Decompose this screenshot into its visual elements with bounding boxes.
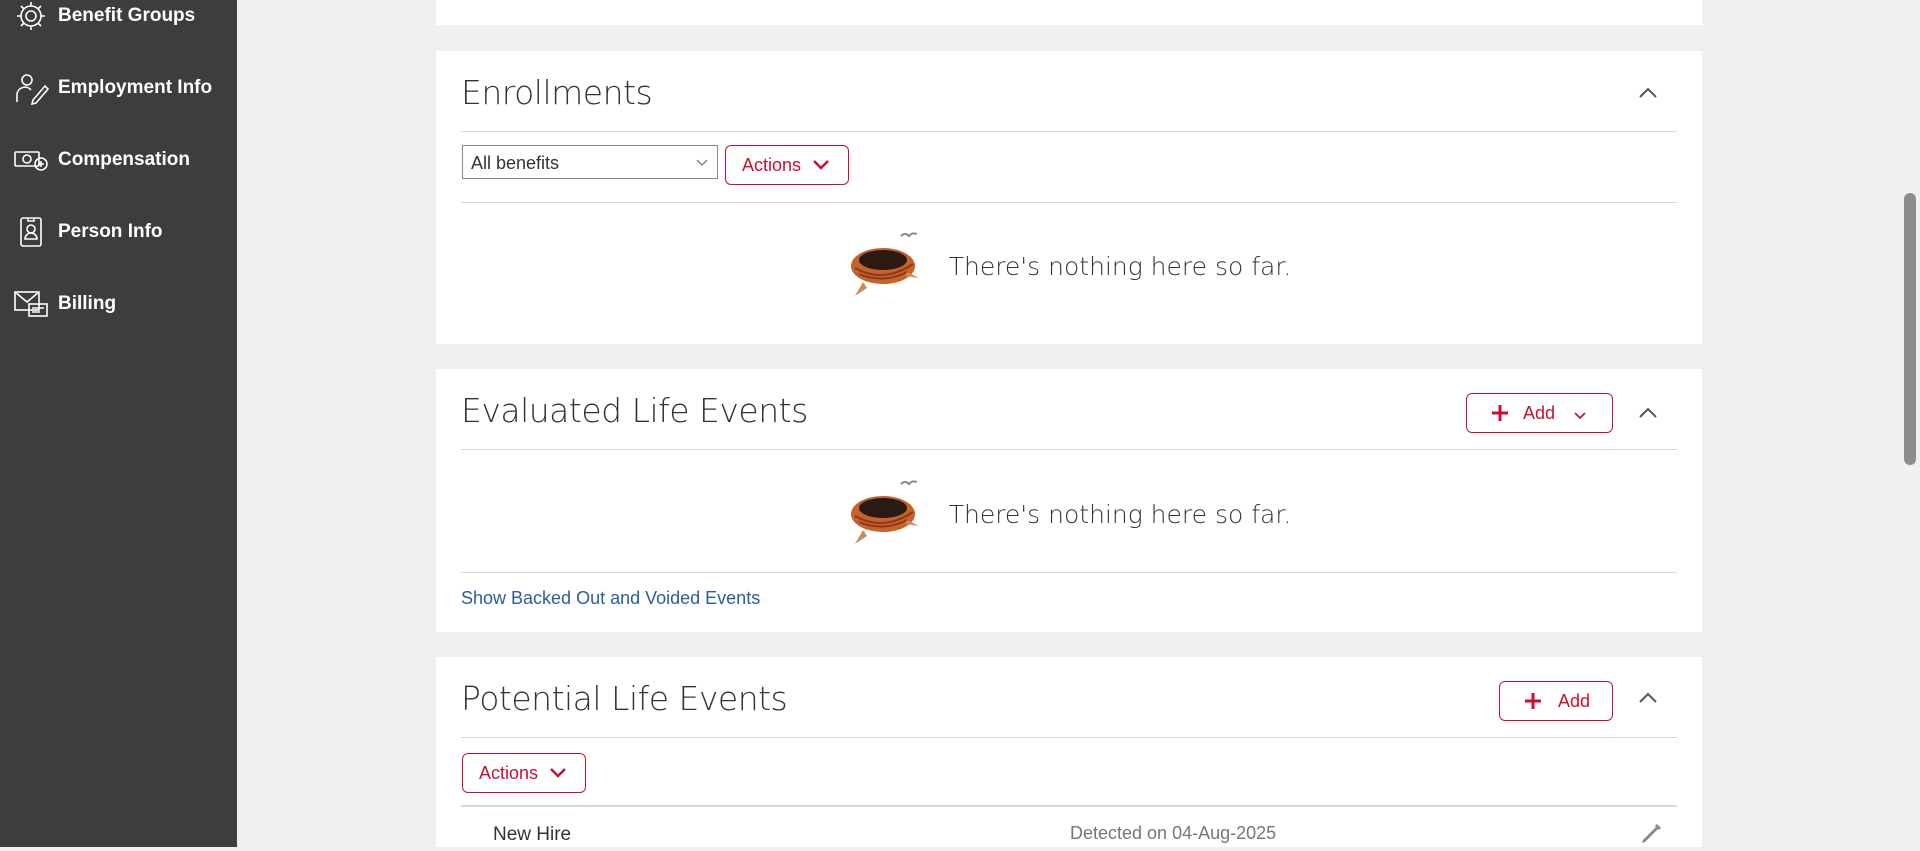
detected-date: Detected on 04-Aug-2025 xyxy=(1070,823,1277,843)
sidebar-item-label: Employment Info xyxy=(58,77,213,98)
gear-people-icon xyxy=(13,0,49,34)
chevron-down-icon xyxy=(695,155,709,169)
previous-section-card xyxy=(436,0,1702,25)
sidebar-item-label: Compensation xyxy=(58,149,190,170)
button-label: Add xyxy=(1558,690,1591,711)
section-title: Potential Life Events xyxy=(461,679,788,718)
section-title: Enrollments xyxy=(461,73,653,112)
scrollbar-thumb[interactable] xyxy=(1904,193,1916,465)
divider xyxy=(461,805,1677,807)
main-content: Enrollments All benefits Actions There's… xyxy=(237,0,1900,847)
enrollments-card: Enrollments All benefits Actions There's… xyxy=(436,51,1702,344)
benefits-filter-select[interactable]: All benefits xyxy=(462,145,718,179)
sidebar-item-label: Person Info xyxy=(58,221,163,242)
divider xyxy=(461,449,1677,450)
envelope-bill-icon xyxy=(13,286,49,322)
sidebar-item-billing[interactable]: Billing xyxy=(0,279,237,329)
id-badge-icon xyxy=(13,214,49,250)
money-icon xyxy=(13,142,49,178)
button-label: Actions xyxy=(479,762,539,783)
empty-state-text: There's nothing here so far. xyxy=(948,251,1292,281)
show-backed-out-link[interactable]: Show Backed Out and Voided Events xyxy=(461,588,760,609)
sidebar-item-benefit-groups[interactable]: Benefit Groups xyxy=(0,0,237,41)
table-row[interactable]: New Hire Detected on 04-Aug-2025 xyxy=(461,812,1677,847)
actions-button[interactable]: Actions xyxy=(725,145,849,185)
chevron-up-icon[interactable] xyxy=(1633,683,1663,713)
chevron-up-icon[interactable] xyxy=(1633,78,1663,108)
potential-life-events-card: Potential Life Events Add Actions New Hi… xyxy=(436,657,1702,847)
pencil-icon[interactable] xyxy=(1639,822,1663,846)
life-event-name: New Hire xyxy=(493,824,572,845)
chevron-down-icon xyxy=(811,155,831,175)
sidebar-item-person-info[interactable]: Person Info xyxy=(0,207,237,257)
chevron-down-icon xyxy=(548,763,568,783)
select-value: All benefits xyxy=(471,153,560,173)
sidebar-item-compensation[interactable]: Compensation xyxy=(0,135,237,185)
plus-icon xyxy=(1491,404,1509,422)
chevron-up-icon[interactable] xyxy=(1633,398,1663,428)
evaluated-life-events-card: Evaluated Life Events Add There's nothin… xyxy=(436,369,1702,632)
sidebar: Benefit Groups Employment Info Compensat… xyxy=(0,0,237,847)
divider xyxy=(461,572,1677,573)
section-title: Evaluated Life Events xyxy=(461,391,808,430)
sidebar-item-label: Billing xyxy=(58,293,117,314)
actions-button[interactable]: Actions xyxy=(462,753,586,793)
empty-nest-icon xyxy=(847,226,927,306)
empty-state-text: There's nothing here so far. xyxy=(948,499,1292,529)
chevron-down-icon xyxy=(1573,406,1587,420)
add-life-event-button[interactable]: Add xyxy=(1466,393,1613,433)
button-label: Add xyxy=(1523,402,1556,423)
divider xyxy=(461,131,1677,132)
divider xyxy=(461,202,1677,203)
sidebar-item-employment-info[interactable]: Employment Info xyxy=(0,63,237,113)
sidebar-item-label: Benefit Groups xyxy=(58,5,196,26)
plus-icon xyxy=(1524,692,1542,710)
empty-nest-icon xyxy=(847,474,927,554)
empty-state: There's nothing here so far. xyxy=(436,226,1702,306)
scrollbar[interactable] xyxy=(1900,0,1920,847)
person-pencil-icon xyxy=(13,70,50,106)
empty-state: There's nothing here so far. xyxy=(436,474,1702,554)
divider xyxy=(461,737,1677,738)
add-potential-event-button[interactable]: Add xyxy=(1499,681,1613,721)
button-label: Actions xyxy=(742,154,802,175)
